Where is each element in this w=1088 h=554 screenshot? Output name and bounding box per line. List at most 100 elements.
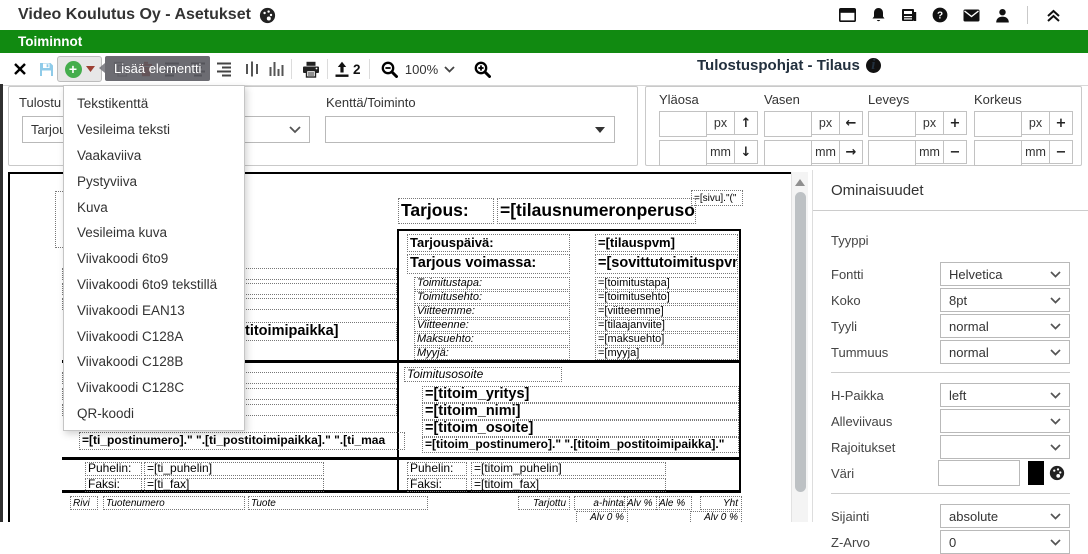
vasen-px-button[interactable]: ← (840, 111, 863, 135)
field[interactable]: =[sovittutoimituspvm] (595, 254, 738, 274)
user-icon[interactable] (993, 6, 1011, 24)
field[interactable]: =[viitteemme] (595, 305, 738, 318)
label[interactable]: Faksi: (85, 478, 142, 492)
leveys-mm-input[interactable] (868, 140, 916, 166)
print-icon[interactable] (299, 56, 323, 82)
zoom-out-icon[interactable] (377, 56, 401, 82)
h-paikka-select[interactable]: left (940, 383, 1070, 407)
menu-item-viivakoodi-c128a[interactable]: Viivakoodi C128A (64, 323, 244, 349)
field[interactable]: =[titoim_postinumero]." ".[titoim_postit… (422, 437, 739, 453)
menu-item-vaakaviiva[interactable]: Vaakaviiva (64, 143, 244, 169)
window-icon[interactable] (838, 6, 856, 24)
col-header[interactable]: a-hinta (574, 496, 628, 510)
menu-item-viivakoodi-c128b[interactable]: Viivakoodi C128B (64, 349, 244, 375)
menu-item-vesileima-teksti[interactable]: Vesileima teksti (64, 117, 244, 143)
yl-osa-px-button[interactable]: ↑ (735, 111, 758, 135)
news-icon[interactable] (900, 6, 918, 24)
add-element-button[interactable]: + (57, 56, 102, 82)
yl-osa-px-input[interactable] (659, 111, 707, 137)
col-header[interactable]: Alv 0 % (576, 511, 628, 522)
z-arvo-select[interactable]: 0 (940, 530, 1070, 554)
field[interactable]: =[titoim_osoite] (422, 420, 739, 437)
field-function-combobox[interactable] (325, 116, 615, 143)
page-number-field[interactable]: =[sivu]."(" (691, 190, 743, 206)
section-label[interactable]: Toimitusosoite (404, 367, 562, 382)
col-header[interactable]: Rivi (70, 496, 98, 510)
field[interactable]: =[titoim_nimi] (422, 403, 739, 420)
col-header[interactable]: Alv % (624, 496, 660, 510)
field[interactable]: =[tilauspvm] (595, 234, 738, 252)
vasen-px-input[interactable] (764, 111, 812, 137)
field[interactable]: =[tilaajanviite] (595, 319, 738, 332)
col-header[interactable]: Tuotenumero (103, 496, 245, 510)
save-icon[interactable] (34, 56, 58, 82)
fontti-select[interactable]: Helvetica (940, 262, 1070, 286)
leveys-px-input[interactable] (868, 111, 916, 137)
notifications-icon[interactable] (869, 6, 887, 24)
alleviivaus-select[interactable] (940, 409, 1070, 433)
field[interactable]: =[titoim_yritys] (422, 386, 739, 403)
col-header[interactable]: Yht (700, 496, 742, 510)
bar-chart-icon[interactable] (264, 56, 288, 82)
label[interactable]: Puhelin: (407, 462, 467, 476)
yl-osa-mm-button[interactable]: ↓ (735, 140, 758, 164)
order-number-field[interactable]: =[tilausnumeronperusosa (497, 198, 696, 224)
vasen-mm-button[interactable]: → (840, 140, 863, 164)
label[interactable]: Tarjouspäivä: (407, 234, 570, 252)
korkeus-mm-input[interactable] (974, 140, 1022, 166)
zoom-in-icon[interactable] (470, 56, 494, 82)
label[interactable]: Myyjä: (414, 347, 570, 360)
korkeus-px-input[interactable] (974, 111, 1022, 137)
field[interactable]: =[ti_fax] (144, 478, 324, 492)
label[interactable]: Viitteemme: (414, 305, 570, 318)
col-header[interactable]: Tarjottu (518, 496, 570, 510)
label[interactable]: Toimitusehto: (414, 291, 570, 304)
menu-item-tekstikentt[interactable]: Tekstikenttä (64, 91, 244, 117)
sijainti-select[interactable]: absolute (940, 504, 1070, 528)
info-icon[interactable]: i (866, 58, 881, 73)
menu-item-viivakoodi-ean13[interactable]: Viivakoodi EAN13 (64, 297, 244, 323)
collapse-icon[interactable] (1044, 6, 1062, 24)
field-function-input[interactable] (326, 117, 586, 142)
field[interactable]: =[ti_postinumero]." ".[ti_postitoimipaik… (79, 432, 405, 450)
field[interactable]: =[maksuehto] (595, 333, 738, 346)
palette-icon[interactable] (259, 7, 276, 24)
korkeus-px-button[interactable]: + (1050, 111, 1073, 135)
label[interactable]: Faksi: (407, 478, 467, 492)
tyyli-select[interactable]: normal (940, 314, 1070, 338)
menu-item-kuva[interactable]: Kuva (64, 194, 244, 220)
field[interactable]: =[myyja] (595, 347, 738, 360)
menu-item-viivakoodi-c128c[interactable]: Viivakoodi C128C (64, 375, 244, 401)
help-icon[interactable]: ? (931, 6, 949, 24)
field[interactable]: =[toimitusehto] (595, 291, 738, 304)
korkeus-mm-button[interactable]: − (1050, 140, 1073, 164)
canvas-scrollbar[interactable] (791, 172, 808, 522)
mail-icon[interactable] (962, 6, 980, 24)
menu-item-viivakoodi-6to9[interactable]: Viivakoodi 6to9 (64, 246, 244, 272)
field[interactable]: =[titoim_puhelin] (471, 462, 666, 476)
menu-item-viivakoodi-6to9-tekstill[interactable]: Viivakoodi 6to9 tekstillä (64, 272, 244, 298)
color-input[interactable] (938, 460, 1020, 486)
align-right-icon[interactable] (212, 56, 236, 82)
label[interactable]: Maksuehto: (414, 333, 570, 346)
scroll-up-icon[interactable] (795, 179, 805, 186)
menu-item-qr-koodi[interactable]: QR-koodi (64, 401, 244, 427)
col-header[interactable]: Tuote (248, 496, 428, 510)
vasen-mm-input[interactable] (764, 140, 812, 166)
label[interactable]: Tarjous voimassa: (407, 254, 570, 274)
scrollbar-thumb[interactable] (795, 192, 806, 492)
tummuus-select[interactable]: normal (940, 340, 1070, 364)
distribute-vertical-icon[interactable] (240, 56, 264, 82)
yl-osa-mm-input[interactable] (659, 140, 707, 166)
label[interactable]: Toimitustapa: (414, 277, 570, 290)
upload-button[interactable]: 2 (334, 56, 361, 82)
field[interactable]: =[titoim_fax] (471, 478, 666, 492)
rajoitukset-select[interactable] (940, 435, 1070, 459)
menu-item-pystyviiva[interactable]: Pystyviiva (64, 168, 244, 194)
leveys-px-button[interactable]: + (944, 111, 967, 135)
label[interactable]: Puhelin: (85, 462, 142, 476)
zoom-level-select[interactable]: 100% (401, 58, 459, 80)
color-palette-icon[interactable] (1044, 461, 1070, 485)
field[interactable]: =[toimitustapa] (595, 277, 738, 290)
field[interactable]: =[ti_puhelin] (144, 462, 324, 476)
